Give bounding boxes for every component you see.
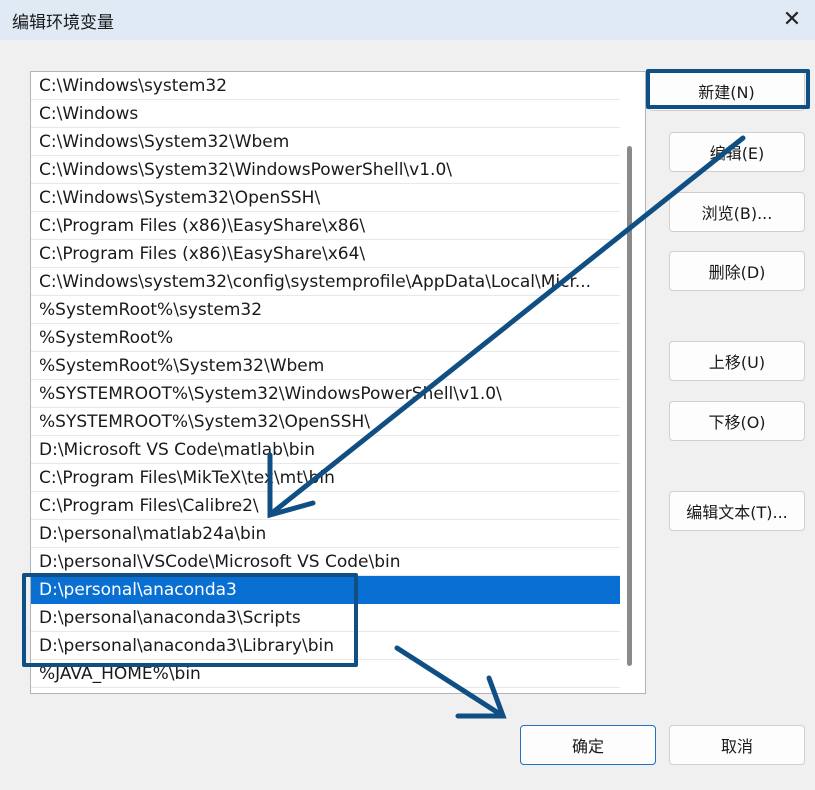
move-down-button[interactable]: 下移(O) — [669, 401, 805, 441]
path-list[interactable]: C:\Windows\system32 C:\Windows C:\Windows\… — [30, 71, 646, 694]
list-item[interactable]: D:\personal\VSCode\Microsoft VS Code\bin — [31, 548, 620, 576]
list-item[interactable]: D:\personal\anaconda3 — [31, 576, 620, 604]
list-item[interactable]: %SYSTEMROOT%\System32\WindowsPowerShell\… — [31, 380, 620, 408]
window-title: 编辑环境变量 — [12, 13, 114, 33]
list-item[interactable]: %SYSTEMROOT%\System32\OpenSSH\ — [31, 408, 620, 436]
list-item[interactable]: C:\Windows\System32\WindowsPowerShell\v1… — [31, 156, 620, 184]
list-item[interactable]: %SystemRoot%\System32\Wbem — [31, 352, 620, 380]
list-item[interactable]: C:\Windows\system32 — [31, 72, 620, 100]
title-bar: 编辑环境变量 ✕ — [0, 0, 815, 40]
list-item[interactable]: D:\Microsoft VS Code\matlab\bin — [31, 436, 620, 464]
edit-button[interactable]: 编辑(E) — [669, 132, 805, 172]
list-item[interactable]: D:\personal\anaconda3\Library\bin — [31, 632, 620, 660]
list-item[interactable]: C:\Windows — [31, 100, 620, 128]
edit-text-button[interactable]: 编辑文本(T)... — [669, 491, 805, 531]
ok-button[interactable]: 确定 — [520, 725, 656, 765]
list-item[interactable]: C:\Program Files\Calibre2\ — [31, 492, 620, 520]
list-item[interactable]: C:\Windows\System32\Wbem — [31, 128, 620, 156]
list-item[interactable]: %JAVA_HOME%\bin — [31, 660, 620, 688]
close-icon: ✕ — [782, 6, 802, 32]
new-button[interactable]: 新建(N) — [648, 71, 805, 111]
list-item[interactable]: D:\personal\anaconda3\Scripts — [31, 604, 620, 632]
move-up-button[interactable]: 上移(U) — [669, 341, 805, 381]
list-item[interactable]: C:\Program Files (x86)\EasyShare\x64\ — [31, 240, 620, 268]
list-item[interactable]: %SystemRoot% — [31, 324, 620, 352]
delete-button[interactable]: 删除(D) — [669, 251, 805, 291]
list-item[interactable]: C:\Program Files\MikTeX\tex\mt\bin — [31, 464, 620, 492]
list-item[interactable]: C:\Windows\system32\config\systemprofile… — [31, 268, 620, 296]
list-item[interactable]: C:\Program Files (x86)\EasyShare\x86\ — [31, 212, 620, 240]
cancel-button[interactable]: 取消 — [669, 725, 805, 765]
scrollbar-thumb[interactable] — [627, 146, 632, 666]
list-item[interactable]: %SystemRoot%\system32 — [31, 296, 620, 324]
list-item[interactable]: D:\personal\matlab24a\bin — [31, 520, 620, 548]
close-button[interactable]: ✕ — [769, 0, 815, 38]
list-item[interactable]: C:\Windows\System32\OpenSSH\ — [31, 184, 620, 212]
browse-button[interactable]: 浏览(B)... — [669, 192, 805, 232]
